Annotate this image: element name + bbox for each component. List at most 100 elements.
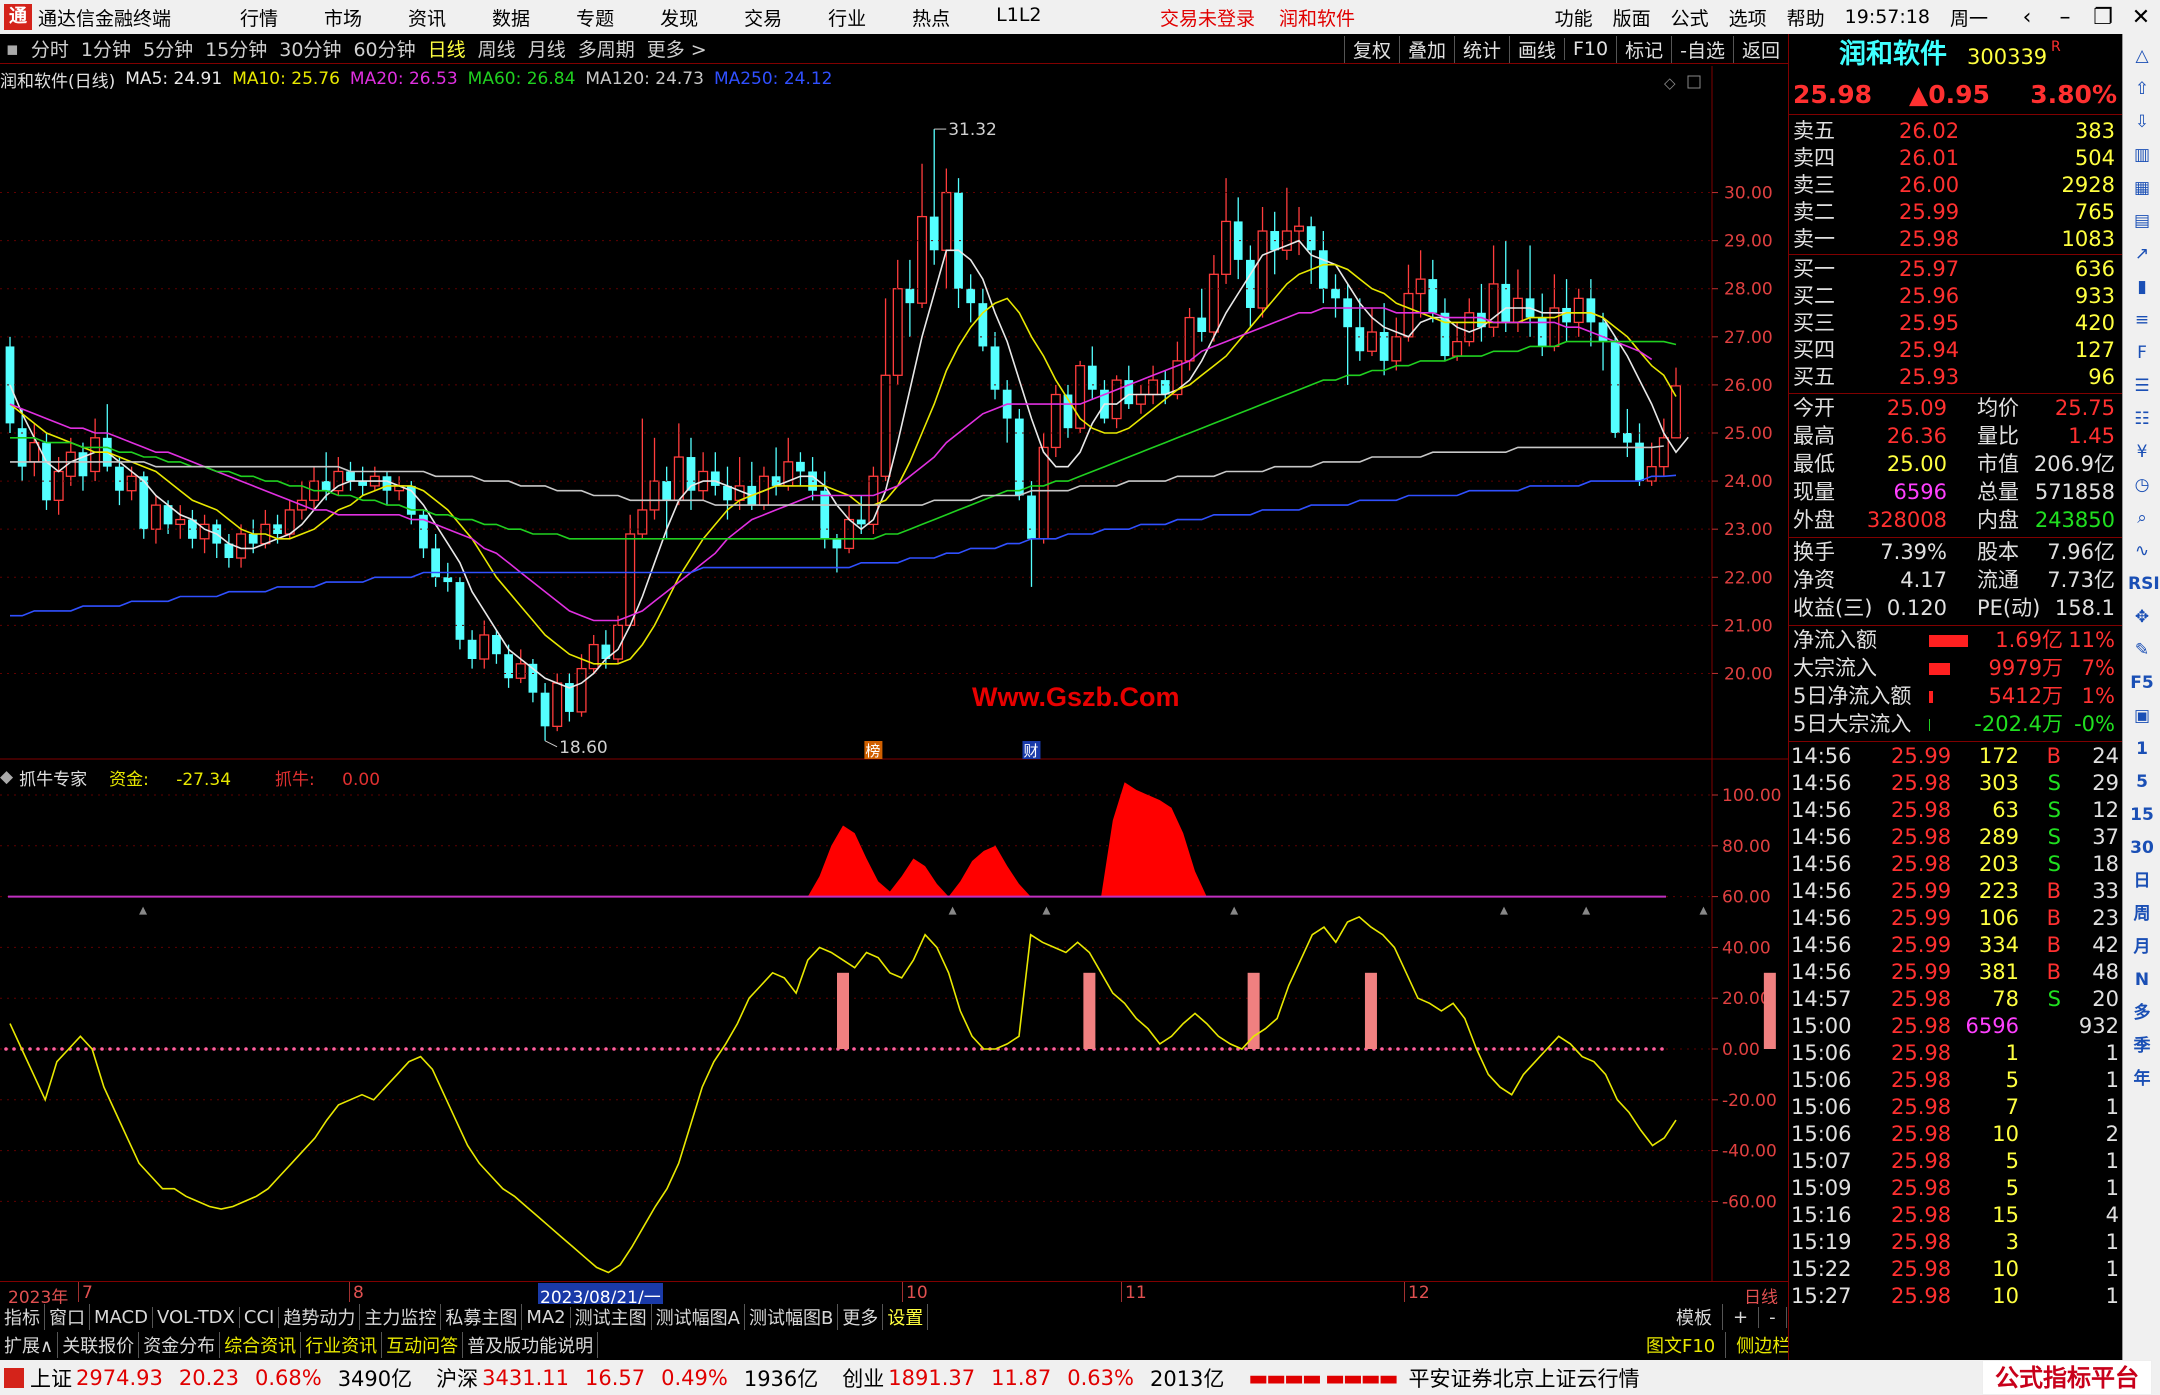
period-tab-7[interactable]: 周线 (472, 35, 522, 62)
indicator-tab-7[interactable]: 私募主图 (441, 1304, 523, 1330)
indicator-tab-10[interactable]: 测试幅图A (652, 1304, 745, 1330)
close-icon[interactable]: ✕ (2122, 5, 2160, 30)
maximize-icon[interactable]: ❐ (2084, 5, 2122, 30)
collapse-icon[interactable]: ▪ (0, 38, 25, 60)
side-text-25[interactable]: 日 (2128, 867, 2156, 895)
sub-tab-6[interactable]: 普及版功能说明 (463, 1332, 599, 1358)
side-text-31[interactable]: 年 (2128, 1065, 2156, 1093)
menu-item-3[interactable]: 数据 (492, 4, 530, 31)
index-name[interactable]: 上证 (30, 1363, 72, 1393)
sub-tab-0[interactable]: 扩展∧ (0, 1332, 59, 1358)
f10-icon[interactable]: F (2128, 339, 2156, 367)
indicator-chart[interactable]: 100.00 80.00 60.00 40.00 20.00 0.00 -20.00 -40.… (0, 760, 1788, 1281)
fin-icon[interactable]: ¥ (2128, 438, 2156, 466)
menu-item-7[interactable]: 行业 (828, 4, 866, 31)
indicator-tab-2[interactable]: MACD (90, 1306, 153, 1328)
bid-row[interactable]: 买五 25.93 96 (1789, 364, 2123, 391)
watch-icon[interactable]: ◷ (2128, 471, 2156, 499)
indicator-tab-9[interactable]: 测试主图 (571, 1304, 652, 1330)
grid2-icon[interactable]: ▤ (2128, 207, 2156, 235)
side-text-23[interactable]: 15 (2128, 801, 2156, 829)
chart-tool-0[interactable]: 复权 (1343, 35, 1399, 63)
chart-tool-2[interactable]: 统计 (1453, 35, 1509, 63)
chart-tool-4[interactable]: F10 (1564, 38, 1616, 60)
bid-row[interactable]: 买二 25.96 933 (1789, 283, 2123, 310)
indicator-tab-3[interactable]: VOL-TDX (153, 1306, 240, 1328)
menu-item-9[interactable]: L1L2 (996, 4, 1041, 31)
search-icon[interactable]: ⌕ (2128, 504, 2156, 532)
chart-tool-7[interactable]: 返回 (1732, 35, 1788, 63)
period-tab-6[interactable]: 日线 (422, 35, 472, 62)
menu-item-6[interactable]: 交易 (744, 4, 782, 31)
nav-up-icon[interactable]: △ (2128, 42, 2156, 70)
tab-right-1[interactable]: + (1723, 1306, 1760, 1328)
ask-row[interactable]: 卖三 26.00 2928 (1789, 172, 2123, 199)
ask-row[interactable]: 卖四 26.01 504 (1789, 145, 2123, 172)
bars-icon[interactable]: ▮ (2128, 273, 2156, 301)
index-name[interactable]: 沪深 (436, 1363, 478, 1393)
menu-right-item-4[interactable]: 帮助 (1787, 4, 1825, 31)
period-tab-0[interactable]: 分时 (25, 35, 75, 62)
chart-tool-5[interactable]: 标记 (1616, 35, 1671, 63)
index-name[interactable]: 创业 (842, 1363, 884, 1393)
period-tab-1[interactable]: 1分钟 (75, 35, 137, 62)
broker-label[interactable]: 平安证券北京上证云行情 (1408, 1363, 1639, 1393)
list3-icon[interactable]: ☷ (2128, 405, 2156, 433)
sub-tab-4[interactable]: 行业资讯 (301, 1332, 383, 1358)
indicator-tab-12[interactable]: 更多 (838, 1304, 884, 1330)
menu-right-item-2[interactable]: 公式 (1671, 4, 1709, 31)
menu-right-item-3[interactable]: 选项 (1729, 4, 1767, 31)
list2-icon[interactable]: ☰ (2128, 372, 2156, 400)
bid-row[interactable]: 买一 25.97 636 (1789, 256, 2123, 283)
tick-icon[interactable]: ▣ (2128, 702, 2156, 730)
ask-row[interactable]: 卖五 26.02 383 (1789, 118, 2123, 145)
kline-icon[interactable]: ▥ (2128, 141, 2156, 169)
side-text-26[interactable]: 周 (2128, 900, 2156, 928)
tab-right-0[interactable]: 模板 (1666, 1304, 1723, 1330)
tab-right-2[interactable]: - (1759, 1306, 1787, 1328)
side-text-30[interactable]: 季 (2128, 1032, 2156, 1060)
period-tab-10[interactable]: 更多 > (641, 35, 713, 62)
chart-tool-1[interactable]: 叠加 (1398, 35, 1454, 63)
list-icon[interactable]: ≡ (2128, 306, 2156, 334)
move-icon[interactable]: ✥ (2128, 603, 2156, 631)
menu-right-item-0[interactable]: 功能 (1555, 4, 1593, 31)
minimize-icon[interactable]: – (2046, 5, 2084, 30)
side-text-27[interactable]: 月 (2128, 933, 2156, 961)
trend-icon[interactable]: ↗ (2128, 240, 2156, 268)
sub-tab-right-0[interactable]: 图文F10 (1636, 1332, 1727, 1358)
indicator-tab-8[interactable]: MA2 (522, 1306, 571, 1328)
nav-up2-icon[interactable]: ⇧ (2128, 75, 2156, 103)
indicator-collapse-icon[interactable]: ◆ (0, 767, 13, 787)
period-tab-2[interactable]: 5分钟 (137, 35, 199, 62)
bid-row[interactable]: 买四 25.94 127 (1789, 337, 2123, 364)
indicator-tab-0[interactable]: 指标 (0, 1304, 45, 1330)
sub-tab-3[interactable]: 综合资讯 (220, 1332, 302, 1358)
kline-chart[interactable]: 30.00 29.00 28.00 27.00 26.00 25.00 24.00 23.00… (0, 66, 1788, 760)
back-icon[interactable]: ‹ (2008, 5, 2046, 30)
period-tab-4[interactable]: 30分钟 (273, 35, 347, 62)
side-text-19[interactable]: F5 (2128, 669, 2156, 697)
menu-item-2[interactable]: 资讯 (408, 4, 446, 31)
chart-tool-6[interactable]: -自选 (1671, 35, 1733, 63)
indicator-tab-4[interactable]: CCI (240, 1306, 280, 1328)
sub-tab-1[interactable]: 关联报价 (58, 1332, 140, 1358)
period-tab-9[interactable]: 多周期 (572, 35, 641, 62)
menu-right-item-1[interactable]: 版面 (1613, 4, 1651, 31)
side-text-29[interactable]: 多 (2128, 999, 2156, 1027)
indicator-tab-1[interactable]: 窗口 (45, 1304, 90, 1330)
side-text-24[interactable]: 30 (2128, 834, 2156, 862)
sub-tab-2[interactable]: 资金分布 (139, 1332, 221, 1358)
side-text-22[interactable]: 5 (2128, 768, 2156, 796)
side-text-16[interactable]: RSI (2128, 570, 2160, 598)
menu-item-0[interactable]: 行情 (240, 4, 278, 31)
ask-row[interactable]: 卖一 25.98 1083 (1789, 226, 2123, 253)
menu-item-1[interactable]: 市场 (324, 4, 362, 31)
indicator-tab-6[interactable]: 主力监控 (360, 1304, 442, 1330)
menu-item-8[interactable]: 热点 (912, 4, 950, 31)
nav-down-icon[interactable]: ⇩ (2128, 108, 2156, 136)
chart-tool-3[interactable]: 画线 (1508, 35, 1564, 63)
side-text-21[interactable]: 1 (2128, 735, 2156, 763)
grid-icon[interactable]: ▦ (2128, 174, 2156, 202)
period-tab-3[interactable]: 15分钟 (199, 35, 273, 62)
